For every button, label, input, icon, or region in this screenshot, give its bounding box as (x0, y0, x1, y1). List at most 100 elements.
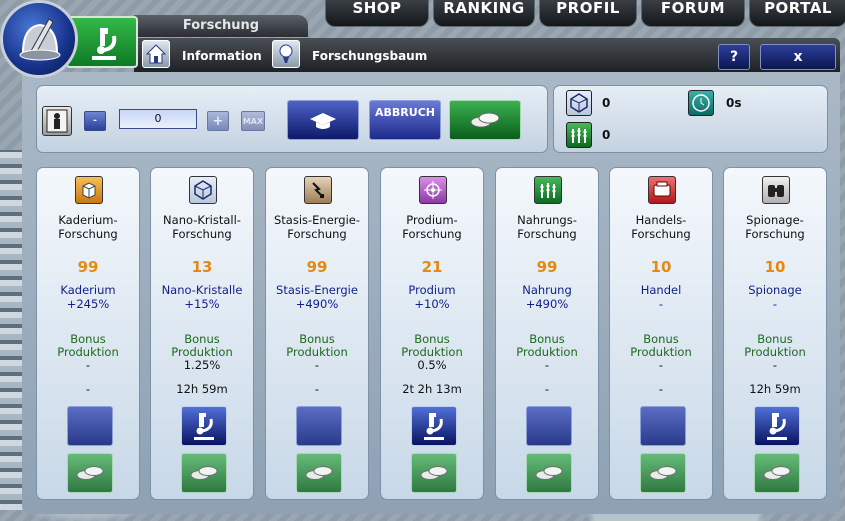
research-name: Spionage- Forschung (745, 213, 805, 241)
research-level: 21 (421, 258, 443, 276)
research-level: 13 (191, 258, 213, 276)
research-name: Nano-Kristall- Forschung (163, 213, 241, 241)
food-icon (566, 122, 592, 148)
research-resource: Nahrung +490% (522, 283, 572, 311)
main-panel: - 0 + MAX ABBRUCH 0 0s 0 Kaderium- Forsc… (22, 72, 840, 514)
research-card-trade: Handels- Forschung 10 Handel - Bonus Prod… (609, 167, 713, 500)
buy-button[interactable] (67, 453, 113, 493)
nanocrystal-icon (566, 90, 592, 116)
worker-icon (42, 106, 72, 136)
coins-icon (649, 466, 677, 480)
clock-icon (688, 90, 714, 116)
research-bonus: Bonus Produktion (57, 332, 119, 359)
research-bonus: Bonus Produktion (286, 332, 348, 359)
buy-button[interactable] (181, 453, 227, 493)
trade-icon (648, 176, 676, 204)
prodium-icon (419, 176, 447, 204)
coins-icon (470, 112, 500, 128)
research-time: 2t 2h 13m (402, 382, 462, 396)
buy-button[interactable] (640, 453, 686, 493)
research-card-stasis: Stasis-Energie- Forschung 99 Stasis-Ener… (265, 167, 369, 500)
buy-button[interactable] (526, 453, 572, 493)
research-resource: Stasis-Energie +490% (276, 283, 358, 311)
microscope-icon (767, 413, 787, 440)
tab-information[interactable]: Information (182, 44, 262, 68)
time-value: 0s (726, 96, 742, 110)
energy-icon (304, 176, 332, 204)
minus-button[interactable]: - (84, 111, 106, 131)
graduation-cap-icon (310, 113, 336, 129)
coins-icon (420, 466, 448, 480)
research-bonus: Bonus Produktion (516, 332, 578, 359)
research-level: 10 (650, 258, 672, 276)
research-card-food: Nahrungs- Forschung 99 Nahrung +490% Bonu… (495, 167, 599, 500)
research-level: 99 (77, 258, 99, 276)
research-bonus: Bonus Produktion (171, 332, 233, 359)
nav-profil[interactable]: PROFIL (539, 0, 637, 27)
research-name: Stasis-Energie- Forschung (273, 213, 361, 241)
research-resource: Nano-Kristalle +15% (161, 283, 243, 311)
coins-icon (535, 466, 563, 480)
nav-forum[interactable]: FORUM (641, 0, 745, 27)
research-bonus-value: - (85, 358, 91, 372)
research-level: 99 (536, 258, 558, 276)
help-button[interactable]: ? (718, 44, 750, 70)
research-time: 12h 59m (749, 382, 801, 396)
max-button[interactable]: MAX (241, 111, 265, 131)
research-button-disabled (640, 406, 686, 446)
nanocrystal-value: 0 (602, 96, 611, 110)
tab-forschungsbaum[interactable]: Forschungsbaum (312, 44, 427, 68)
research-bonus-value: - (544, 358, 550, 372)
close-button[interactable]: x (760, 44, 836, 70)
research-card-kaderium: Kaderium- Forschung 99 Kaderium +245% Bon… (36, 167, 140, 500)
research-button-disabled (526, 406, 572, 446)
buy-button[interactable] (411, 453, 457, 493)
research-bonus-value: - (658, 358, 664, 372)
research-button[interactable] (181, 406, 227, 446)
plus-button[interactable]: + (207, 111, 229, 131)
research-button[interactable] (754, 406, 800, 446)
info-house-icon (142, 40, 170, 68)
buy-button[interactable] (754, 453, 800, 493)
research-resource: Handel - (640, 283, 682, 311)
research-card-prodium: Prodium- Forschung 21 Prodium +10% Bonus … (380, 167, 484, 500)
research-bonus: Bonus Produktion (744, 332, 806, 359)
research-card-spy: Spionage- Forschung 10 Spionage - Bonus P… (723, 167, 827, 500)
box-icon (75, 176, 103, 204)
research-button-disabled (296, 406, 342, 446)
research-bonus-value: 1.25% (183, 358, 221, 372)
spy-icon (762, 176, 790, 204)
abort-button[interactable]: ABBRUCH (369, 100, 441, 140)
amount-input[interactable]: 0 (119, 109, 197, 129)
research-name: Nahrungs- Forschung (517, 213, 577, 241)
window-title: Forschung (134, 15, 308, 37)
coins-icon (763, 466, 791, 480)
research-level: 10 (764, 258, 786, 276)
nav-ranking[interactable]: RANKING (433, 0, 535, 27)
research-bonus: Bonus Produktion (630, 332, 692, 359)
food-icon (534, 176, 562, 204)
buy-button[interactable] (296, 453, 342, 493)
window-header: Information Forschungsbaum ? x (134, 38, 840, 72)
microscope-icon (194, 413, 214, 440)
research-bonus-value: 0.5% (417, 358, 447, 372)
finish-with-credits-button[interactable] (449, 100, 521, 140)
start-research-button[interactable] (287, 100, 359, 140)
research-card-nanocrystal: Nano-Kristall- Forschung 13 Nano-Kristal… (150, 167, 254, 500)
control-box: - 0 + MAX ABBRUCH (36, 85, 548, 153)
research-resource: Spionage - (748, 283, 802, 311)
research-button[interactable] (411, 406, 457, 446)
research-bonus-value: - (772, 358, 778, 372)
nav-portal[interactable]: PORTAL (749, 0, 845, 27)
research-tree-icon (272, 40, 300, 68)
research-name: Kaderium- Forschung (58, 213, 118, 241)
research-resource: Kaderium +245% (60, 283, 116, 311)
coins-icon (190, 466, 218, 480)
research-name: Handels- Forschung (631, 213, 691, 241)
coins-icon (76, 466, 104, 480)
microscope-icon (92, 28, 117, 60)
stat-box: 0 0s 0 (553, 85, 828, 153)
nav-shop[interactable]: SHOP (325, 0, 429, 27)
game-logo[interactable] (0, 0, 78, 78)
research-bonus-value: - (314, 358, 320, 372)
